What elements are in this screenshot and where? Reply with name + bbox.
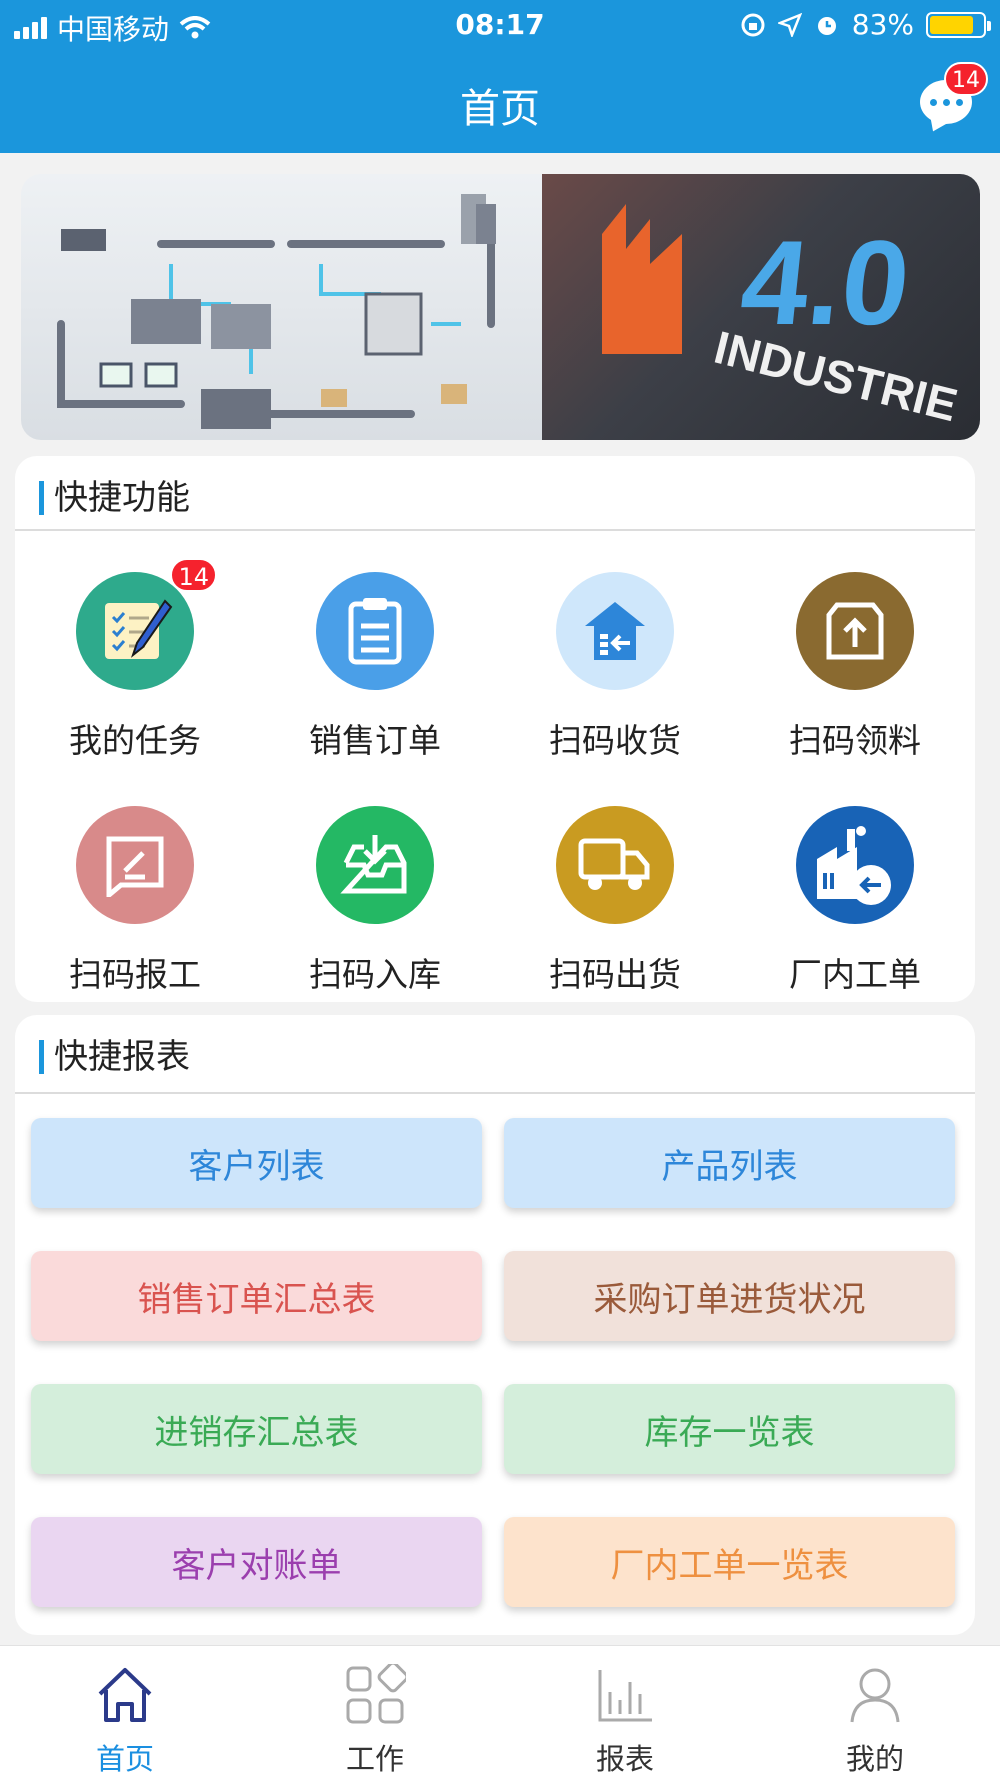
quick-reports-card: 快捷报表 客户列表 产品列表 销售订单汇总表 采购订单进货状况 进销存汇总表 库… <box>15 1015 975 1635</box>
report-inventory-summary-button[interactable]: 进销存汇总表 <box>31 1384 482 1474</box>
alarm-icon <box>817 16 836 35</box>
tab-label: 首页 <box>95 1742 154 1776</box>
report-customer-list-button[interactable]: 客户列表 <box>31 1118 482 1208</box>
rotation-lock-icon <box>741 13 765 36</box>
quick-functions-title: 快捷功能 <box>39 481 190 515</box>
quick-item-scan-receive[interactable]: 扫码收货 <box>495 572 735 762</box>
quick-functions-card: 快捷功能 14 我的任务 销售订单 扫码收货 扫码领料 扫码报工 扫码入库 扫码… <box>15 456 975 1002</box>
location-icon <box>777 12 802 37</box>
truck-icon <box>556 806 674 924</box>
report-customer-statement-button[interactable]: 客户对账单 <box>31 1517 482 1607</box>
bar-chart-icon <box>590 1660 660 1730</box>
quick-item-scan-material[interactable]: 扫码领料 <box>735 572 975 762</box>
tab-label: 工作 <box>345 1742 404 1776</box>
clipboard-icon <box>316 572 434 690</box>
report-factory-order-list-button[interactable]: 厂内工单一览表 <box>504 1517 955 1607</box>
smart-factory-illustration <box>21 174 542 440</box>
battery-icon <box>926 11 991 38</box>
banner-carousel[interactable]: 4.0 INDUSTRIE <box>21 174 980 440</box>
tab-reports[interactable]: 报表 <box>500 1660 750 1778</box>
tab-mine[interactable]: 我的 <box>750 1660 1000 1778</box>
bottom-tab-bar: 首页 工作 报表 我的 <box>0 1645 1000 1778</box>
edit-report-icon <box>76 806 194 924</box>
divider <box>15 529 975 531</box>
quick-item-label: 我的任务 <box>69 721 201 760</box>
home-icon <box>90 1660 160 1730</box>
message-button[interactable]: 14 <box>920 62 988 126</box>
quick-item-label: 厂内工单 <box>789 955 921 994</box>
quick-item-scan-ship[interactable]: 扫码出货 <box>495 806 735 996</box>
apps-grid-icon <box>340 1660 410 1730</box>
quick-item-scan-stock-in[interactable]: 扫码入库 <box>255 806 495 996</box>
quick-item-label: 扫码入库 <box>309 955 441 994</box>
task-list-icon <box>76 572 194 690</box>
factory-icon <box>796 806 914 924</box>
quick-item-my-tasks[interactable]: 14 我的任务 <box>15 558 255 762</box>
report-purchase-status-button[interactable]: 采购订单进货状况 <box>504 1251 955 1341</box>
status-bar: 中国移动 08:17 83% <box>0 0 1000 50</box>
quick-item-label: 销售订单 <box>309 721 441 760</box>
quick-item-label: 扫码报工 <box>69 955 201 994</box>
user-icon <box>840 1660 910 1730</box>
industry-4-photo: 4.0 INDUSTRIE <box>542 174 980 440</box>
report-stock-list-button[interactable]: 库存一览表 <box>504 1384 955 1474</box>
warehouse-receive-icon <box>556 572 674 690</box>
quick-item-label: 扫码领料 <box>789 721 921 760</box>
battery-percent: 83% <box>851 8 914 41</box>
divider <box>15 1092 975 1094</box>
quick-item-scan-report[interactable]: 扫码报工 <box>15 806 255 996</box>
message-badge: 14 <box>944 62 988 96</box>
report-product-list-button[interactable]: 产品列表 <box>504 1118 955 1208</box>
tab-label: 我的 <box>845 1742 904 1776</box>
quick-item-sales-order[interactable]: 销售订单 <box>255 572 495 762</box>
inbox-download-icon <box>316 806 434 924</box>
box-out-icon <box>796 572 914 690</box>
tab-home[interactable]: 首页 <box>0 1660 250 1778</box>
quick-item-label: 扫码收货 <box>549 721 681 760</box>
task-count-badge: 14 <box>170 558 217 592</box>
tab-work[interactable]: 工作 <box>250 1660 500 1778</box>
page-title: 首页 <box>460 86 540 132</box>
quick-reports-title: 快捷报表 <box>39 1040 190 1074</box>
tab-label: 报表 <box>595 1742 654 1776</box>
report-sales-summary-button[interactable]: 销售订单汇总表 <box>31 1251 482 1341</box>
quick-item-label: 扫码出货 <box>549 955 681 994</box>
quick-item-factory-order[interactable]: 厂内工单 <box>735 806 975 996</box>
top-header: 中国移动 08:17 83% 首页 14 <box>0 0 1000 153</box>
